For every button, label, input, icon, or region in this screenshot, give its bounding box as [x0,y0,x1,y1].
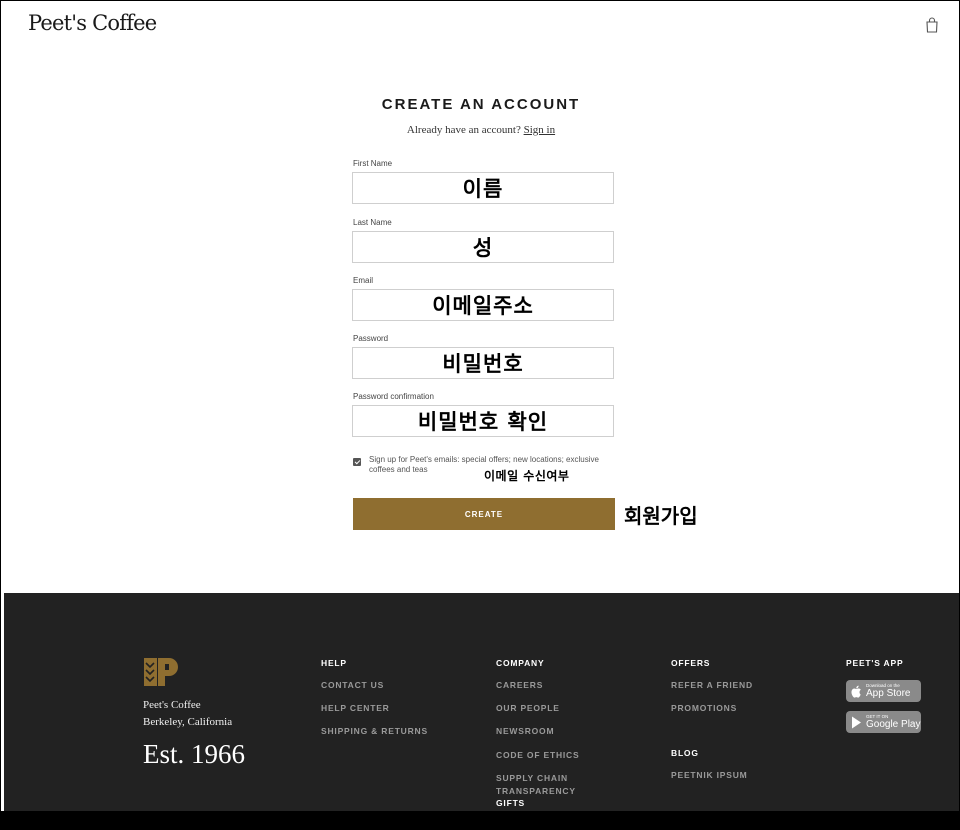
last-name-label: Last Name [353,218,392,227]
app-heading: PEET'S APP [846,658,904,668]
google-play-text: Google Play [866,719,921,730]
last-name-field[interactable]: 성 [352,231,614,263]
page-title: CREATE AN ACCOUNT [381,96,581,113]
create-account-button[interactable]: CREATE [353,498,615,530]
password-confirmation-label: Password confirmation [353,392,434,401]
help-center-link[interactable]: HELP CENTER [321,702,390,715]
careers-link[interactable]: CAREERS [496,679,543,692]
app-store-text: App Store [866,688,911,699]
google-play-badge[interactable]: GET IT ON Google Play [846,711,921,733]
peetnik-ipsum-link[interactable]: PEETNIK IPSUM [671,769,748,782]
peets-logo[interactable]: Peet's Coffee [28,11,157,35]
email-field[interactable]: 이메일주소 [352,289,614,321]
password-field[interactable]: 비밀번호 [352,347,614,379]
blog-heading: BLOG [671,748,699,758]
first-name-label: First Name [353,159,393,168]
peets-p-logo-icon[interactable] [143,657,179,687]
company-heading: COMPANY [496,658,545,668]
shipping-returns-link[interactable]: SHIPPING & RETURNS [321,725,428,738]
signin-link[interactable]: Sign in [524,124,555,136]
password-annotation: 비밀번호 [442,352,524,376]
email-annotation: 이메일주소 [432,294,534,318]
footer-brand-location: Berkeley, California [143,716,233,728]
newsroom-link[interactable]: NEWSROOM [496,725,554,738]
apple-icon [851,685,861,698]
signin-prompt-text: Already have an account? [406,124,521,136]
create-account-annotation: 회원가입 [624,504,698,528]
contact-us-link[interactable]: CONTACT US [321,679,384,692]
email-signup-annotation: 이메일 수신여부 [484,469,570,483]
password-confirmation-field[interactable]: 비밀번호 확인 [352,405,614,437]
site-footer: Peet's Coffee Berkeley, California Est. … [4,593,959,811]
email-signup-checkbox[interactable] [353,458,361,466]
offers-heading: OFFERS [671,658,711,668]
gifts-link[interactable]: GIFTS [496,797,525,810]
first-name-annotation: 이름 [462,177,504,201]
code-of-ethics-link[interactable]: CODE OF ETHICS [496,749,579,762]
promotions-link[interactable]: PROMOTIONS [671,702,737,715]
first-name-field[interactable]: 이름 [352,172,614,204]
our-people-link[interactable]: OUR PEOPLE [496,702,560,715]
shopping-bag-icon[interactable] [925,17,939,33]
supply-chain-link[interactable]: SUPPLY CHAIN TRANSPARENCY [496,772,586,798]
footer-brand-name: Peet's Coffee [143,699,201,711]
last-name-annotation: 성 [472,236,494,260]
footer-established: Est. 1966 [143,739,246,769]
google-play-icon [852,716,861,728]
help-heading: HELP [321,658,347,668]
refer-a-friend-link[interactable]: REFER A FRIEND [671,679,753,692]
password-label: Password [353,334,389,343]
signin-prompt: Already have an account? Sign in [1,124,959,136]
signup-page: Peet's Coffee CREATE AN ACCOUNT Already … [0,0,960,812]
app-store-badge[interactable]: Download on the App Store [846,680,921,702]
email-label: Email [353,276,374,285]
password-confirmation-annotation: 비밀번호 확인 [417,410,549,434]
